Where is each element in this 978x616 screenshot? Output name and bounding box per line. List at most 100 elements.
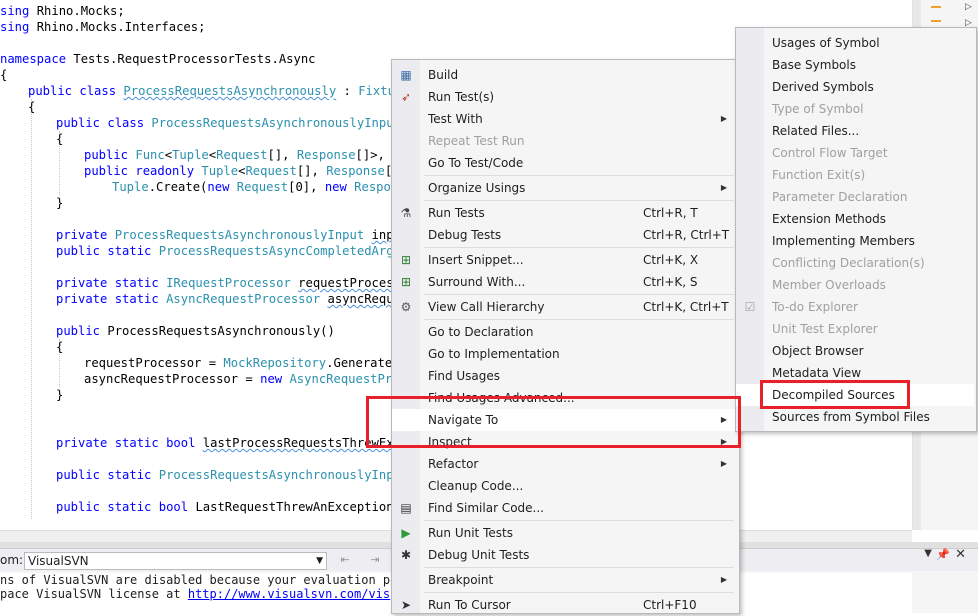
code-token: } (56, 196, 64, 210)
submenu-arrow-icon: ▶ (720, 183, 727, 192)
code-token: ProcessRequestsAsynchronously (123, 84, 337, 98)
code-line: public class ProcessRequestsAsynchronous… (56, 115, 401, 131)
code-token: .Create( (148, 180, 208, 194)
menu-item-go-to-implementation[interactable]: Go to Implementation (392, 343, 737, 365)
code-token: readonly (135, 164, 202, 178)
menu-separator (424, 247, 734, 248)
code-token: asyncRequestProcessor = (84, 372, 261, 386)
menu-item-label: Implementing Members (772, 234, 915, 248)
menu-item-label: To-do Explorer (772, 300, 858, 314)
context-menu: ▦ Build ➶ Run Test(s) Test With ▶ Repeat Test … (391, 59, 740, 614)
code-line: private static bool lastProcessRequestsT… (56, 435, 408, 451)
menu-item-label: Debug Tests (428, 228, 502, 242)
code-token: public (84, 148, 136, 162)
menu-item-label: Surround With... (428, 275, 526, 289)
menu-item-find-usages[interactable]: Find Usages (392, 365, 737, 387)
code-token: [], (296, 164, 327, 178)
cursor-icon: ➤ (400, 598, 412, 612)
play-icon: ▶ (401, 526, 411, 540)
menu-item-find-similar-code[interactable]: ▤ Find Similar Code... (392, 497, 737, 519)
code-token: private (56, 292, 115, 306)
menu-item-go-to-test-code[interactable]: Go To Test/Code (392, 152, 737, 174)
code-token: [0], (288, 180, 325, 194)
menu-item-label: Cleanup Code... (428, 479, 524, 493)
menu-item-surround-with[interactable]: ⊞ Surround With... Ctrl+K, S (392, 271, 737, 293)
code-token: [], (267, 148, 297, 162)
menu-item-usages-of-symbol[interactable]: Usages of Symbol (736, 32, 974, 54)
rocket-icon: ➶ (400, 90, 412, 104)
code-token: []>, (355, 148, 393, 162)
menu-item-related-files[interactable]: Related Files... (736, 120, 974, 142)
menu-item-label: Build (428, 68, 459, 82)
output-source-select[interactable]: VisualSVN ▼ (24, 552, 327, 570)
menu-item-label: Conflicting Declaration(s) (772, 256, 925, 270)
license-link[interactable]: http://www.visualsvn.com/vis (188, 587, 390, 601)
menu-item-label: Run To Cursor (428, 598, 511, 612)
code-token: AsyncRequestProcessor (166, 292, 328, 306)
menu-item-label: Base Symbols (772, 58, 856, 72)
menu-item-cleanup-code[interactable]: Cleanup Code... (392, 475, 737, 497)
panel-dropdown-icon[interactable]: ▼ (924, 548, 932, 559)
code-line: { (56, 339, 63, 355)
pin-icon[interactable]: 📌 (936, 548, 950, 561)
menu-item-run-unit-tests[interactable]: ▶ Run Unit Tests (392, 522, 737, 544)
close-icon[interactable]: ✕ (955, 547, 966, 562)
code-token: { (56, 340, 64, 354)
output-line: ns of VisualSVN are disabled because you… (0, 573, 405, 587)
menu-item-run-test-s[interactable]: ➶ Run Test(s) (392, 86, 737, 108)
code-token: class (107, 116, 152, 130)
menu-item-go-to-declaration[interactable]: Go to Declaration (392, 321, 737, 343)
code-line: requestProcessor = MockRepository.Genera… (84, 355, 407, 371)
menu-item-conflicting-declaration-s: Conflicting Declaration(s) (736, 252, 974, 274)
menu-item-insert-snippet[interactable]: ⊞ Insert Snippet... Ctrl+K, X (392, 249, 737, 271)
clear-all-icon[interactable]: ⇥ (368, 553, 382, 567)
menu-item-sources-from-symbol-files[interactable]: Sources from Symbol Files (736, 406, 974, 428)
navigate-to-submenu: Usages of Symbol Base Symbols Derived Symb… (735, 27, 977, 432)
menu-item-label: Derived Symbols (772, 80, 874, 94)
menu-item-label: Repeat Test Run (428, 134, 525, 148)
menu-item-extension-methods[interactable]: Extension Methods (736, 208, 974, 230)
menu-item-refactor[interactable]: Refactor ▶ (392, 453, 737, 475)
code-token: MockRepository (223, 356, 327, 370)
code-token: Response (326, 164, 385, 178)
expand-arrow-icon[interactable]: ▷ (965, 2, 972, 12)
hierarchy-icon: ⚙ (400, 300, 412, 314)
menu-item-run-to-cursor[interactable]: ➤ Run To Cursor Ctrl+F10 (392, 594, 737, 616)
code-token: Request (216, 148, 268, 162)
code-token: private (56, 228, 115, 242)
flask-icon: ⚗ (400, 206, 412, 220)
bug-icon: ✱ (400, 548, 412, 562)
menu-item-object-browser[interactable]: Object Browser (736, 340, 974, 362)
menu-item-implementing-members[interactable]: Implementing Members (736, 230, 974, 252)
menu-item-label: Refactor (428, 457, 479, 471)
marker-icon (931, 20, 941, 22)
menu-item-view-call-hierarchy[interactable]: ⚙ View Call Hierarchy Ctrl+K, Ctrl+T (392, 296, 737, 318)
menu-item-label: Organize Usings (428, 181, 526, 195)
code-token: class (79, 84, 124, 98)
find-similar-icon: ▤ (400, 501, 412, 515)
menu-item-type-of-symbol: Type of Symbol (736, 98, 974, 120)
menu-item-shortcut: Ctrl+R, T (643, 206, 698, 220)
code-token: ProcessRequestsAsynchronouslyInput (151, 116, 401, 130)
menu-item-label: Parameter Declaration (772, 190, 908, 204)
code-token: public (56, 468, 108, 482)
menu-item-build[interactable]: ▦ Build (392, 64, 737, 86)
menu-item-run-tests[interactable]: ⚗ Run Tests Ctrl+R, T (392, 202, 737, 224)
menu-item-repeat-test-run: Repeat Test Run (392, 130, 737, 152)
menu-item-derived-symbols[interactable]: Derived Symbols (736, 76, 974, 98)
find-message-icon[interactable]: ⇤ (338, 553, 352, 567)
code-token: static (114, 276, 167, 290)
annotation-highlight-navigate-to (366, 396, 741, 448)
code-token: public (56, 324, 108, 338)
code-token: { (28, 100, 36, 114)
menu-item-debug-tests[interactable]: Debug Tests Ctrl+R, Ctrl+T (392, 224, 737, 246)
menu-item-organize-usings[interactable]: Organize Usings ▶ (392, 177, 737, 199)
menu-item-base-symbols[interactable]: Base Symbols (736, 54, 974, 76)
code-token: Request (245, 164, 297, 178)
code-token: ProcessRequestsAsyncCompletedArgs (158, 244, 409, 258)
menu-item-breakpoint[interactable]: Breakpoint ▶ (392, 569, 737, 591)
menu-item-debug-unit-tests[interactable]: ✱ Debug Unit Tests (392, 544, 737, 566)
code-token: Tuple (201, 164, 239, 178)
menu-item-test-with[interactable]: Test With ▶ (392, 108, 737, 130)
code-token: { (0, 68, 8, 82)
